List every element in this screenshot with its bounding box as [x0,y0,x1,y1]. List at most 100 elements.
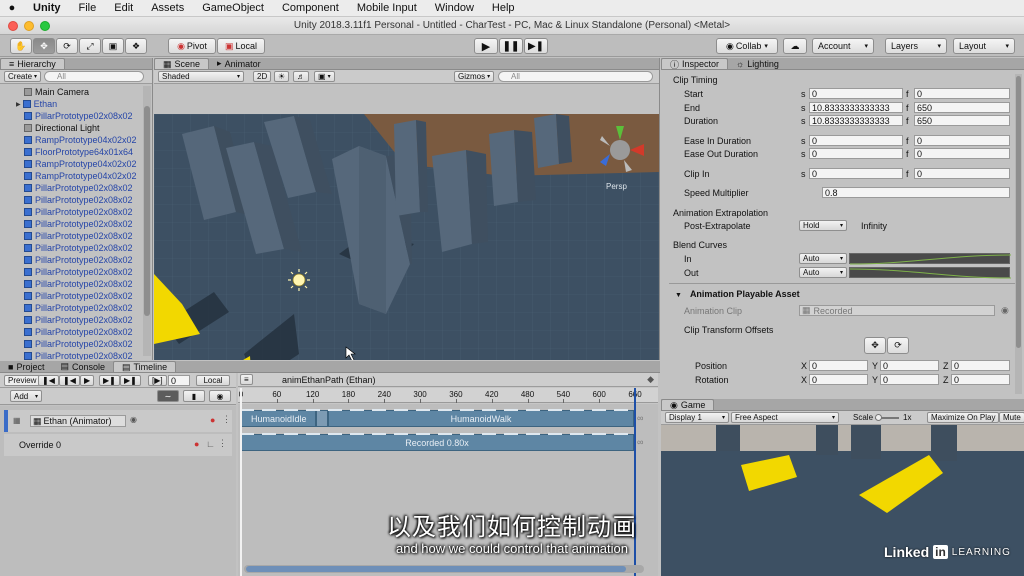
settings-toggle[interactable]: ◉ [209,390,231,402]
lighting-toggle[interactable]: ☀ [274,71,290,82]
clip-humanoid-idle[interactable]: HumanoidIdle [240,410,316,427]
rect-tool-button[interactable]: ▣ [102,38,124,54]
expand-arrow-icon[interactable]: ▶ [16,101,21,108]
hierarchy-item[interactable]: PillarPrototype02x08x02 [0,194,140,206]
gizmos-dropdown[interactable]: Gizmos ▾ [454,71,495,82]
menu-unity[interactable]: Unity [24,2,70,14]
start-frames-field[interactable]: 0 [914,88,1010,99]
hierarchy-search-input[interactable]: All [44,71,144,82]
play-range-button[interactable]: [▶] [148,375,167,386]
override-track-header[interactable]: Override 0 ● ∟ ⋮ [4,434,232,456]
hierarchy-item[interactable]: PillarPrototype02x08x02 [0,350,140,360]
scale-tool-button[interactable]: ⤢ [79,38,101,54]
hierarchy-item[interactable]: PillarPrototype02x08x02 [0,326,140,338]
hierarchy-item[interactable]: FloorPrototype64x01x64 [0,146,140,158]
clip-humanoid-walk[interactable]: HumanoidWalk [328,410,634,427]
hierarchy-item[interactable]: PillarPrototype02x08x02 [0,206,140,218]
create-dropdown[interactable]: Create ▾ [4,71,42,82]
clip-recorded[interactable]: Recorded 0.80x [240,434,634,451]
end-seconds-field[interactable]: 10.8333333333333 [809,102,903,113]
layers-dropdown[interactable]: Layers ▾ [885,38,947,54]
record-button[interactable]: ● [194,439,199,449]
step-button[interactable]: ▶❚ [524,38,548,54]
menu-component[interactable]: Component [273,2,348,14]
asset-menu-button[interactable]: ≡ [240,374,253,385]
pause-button[interactable]: ❚❚ [499,38,523,54]
timeline-scroll-thumb[interactable] [246,566,626,572]
ease-in-frames-field[interactable]: 0 [914,135,1010,146]
rotation-x-field[interactable]: 0 [809,374,868,385]
prev-frame-button[interactable]: ❚◀ [59,375,80,386]
shading-mode-dropdown[interactable]: Shaded ▾ [158,71,244,82]
ease-out-seconds-field[interactable]: 0 [809,148,903,159]
duration-frames-field[interactable]: 650 [914,115,1010,126]
track-binding-field[interactable]: ▦ Ethan (Animator) [30,415,126,427]
animation-track-header[interactable]: ▦ ▦ Ethan (Animator) ◉ ● ⋮ [4,410,232,432]
tab-hierarchy[interactable]: ≡ Hierarchy [0,58,65,69]
menu-gameobject[interactable]: GameObject [193,2,273,14]
transform-tool-button[interactable]: ❖ [125,38,147,54]
curves-toggle[interactable]: ∼ [157,390,179,402]
aspect-dropdown[interactable]: Free Aspect ▾ [731,412,839,423]
timeline-ruler[interactable]: 060120180240300360420480540600660 [238,388,658,403]
position-z-field[interactable]: 0 [951,360,1010,371]
tab-game[interactable]: ◉ Game [661,399,715,410]
hierarchy-item[interactable]: Main Camera [0,86,140,98]
blend-in-curve[interactable] [849,253,1012,265]
hierarchy-item[interactable]: PillarPrototype02x08x02 [0,218,140,230]
move-tool-button[interactable]: ✥ [33,38,55,54]
maximize-on-play-toggle[interactable]: Maximize On Play [927,412,1000,423]
hierarchy-scroll-thumb[interactable] [144,106,150,316]
hand-tool-button[interactable]: ✋ [10,38,32,54]
hierarchy-scrollbar[interactable] [143,86,151,356]
menu-window[interactable]: Window [426,2,483,14]
inspector-scrollbar[interactable] [1015,74,1022,394]
inspector-scroll-thumb[interactable] [1016,76,1021,348]
blend-in-dropdown[interactable]: Auto ▾ [799,253,847,264]
scene-viewport[interactable]: Persp [154,85,659,360]
position-x-field[interactable]: 0 [809,360,868,371]
timeline-horizontal-scrollbar[interactable] [244,565,644,573]
start-seconds-field[interactable]: 0 [809,88,903,99]
duration-seconds-field[interactable]: 10.8333333333333 [809,115,903,126]
pivot-toggle[interactable]: ◉ Pivot [168,38,216,54]
scene-search-input[interactable]: All [498,71,653,82]
local-toggle[interactable]: ▣ Local [217,38,265,54]
speed-multiplier-field[interactable]: 0.8 [822,187,1010,198]
lock-icon[interactable]: ◆ [647,374,654,385]
rotation-y-field[interactable]: 0 [880,374,939,385]
post-extrapolate-dropdown[interactable]: Hold ▾ [799,220,847,231]
hierarchy-item[interactable]: PillarPrototype02x08x02 [0,302,140,314]
hierarchy-item[interactable]: PillarPrototype02x08x02 [0,290,140,302]
goto-end-button[interactable]: ▶❚ [120,375,141,386]
object-picker-icon[interactable]: ◉ [1001,305,1009,316]
effects-dropdown[interactable]: ▣ ▾ [314,71,335,82]
menu-edit[interactable]: Edit [105,2,142,14]
goto-start-button[interactable]: ❚◀ [38,375,59,386]
current-frame-field[interactable]: 0 [168,375,190,386]
tab-inspector[interactable]: ⓘ Inspector [661,58,729,70]
blend-out-dropdown[interactable]: Auto ▾ [799,267,847,278]
audio-toggle[interactable]: ♬ [293,71,309,82]
hierarchy-item[interactable]: Directional Light [0,122,140,134]
menu-assets[interactable]: Assets [142,2,193,14]
hierarchy-item[interactable]: PillarPrototype02x08x02 [0,278,140,290]
hierarchy-item[interactable]: RampPrototype04x02x02 [0,134,140,146]
mute-audio-toggle[interactable]: Mute [999,412,1024,423]
object-picker-icon[interactable]: ◉ [130,415,137,424]
add-track-dropdown[interactable]: Add ▾ [10,390,42,402]
offset-move-button[interactable]: ✥ [864,337,886,354]
clip-in-frames-field[interactable]: 0 [914,168,1010,179]
curves-icon[interactable]: ∟ [206,439,215,449]
hierarchy-item[interactable]: RampPrototype04x02x02 [0,158,140,170]
tab-lighting[interactable]: ☼ Lighting [728,58,787,69]
offset-rotate-button[interactable]: ⟳ [887,337,909,354]
tab-console[interactable]: ▤ Console [52,361,113,372]
markers-toggle[interactable]: ▮ [183,390,205,402]
menu-help[interactable]: Help [483,2,524,14]
hierarchy-item[interactable]: PillarPrototype02x08x02 [0,254,140,266]
end-frames-field[interactable]: 650 [914,102,1010,113]
apple-icon[interactable]: ● [0,2,24,14]
ease-in-seconds-field[interactable]: 0 [809,135,903,146]
tab-timeline[interactable]: ▤ Timeline [113,361,177,372]
